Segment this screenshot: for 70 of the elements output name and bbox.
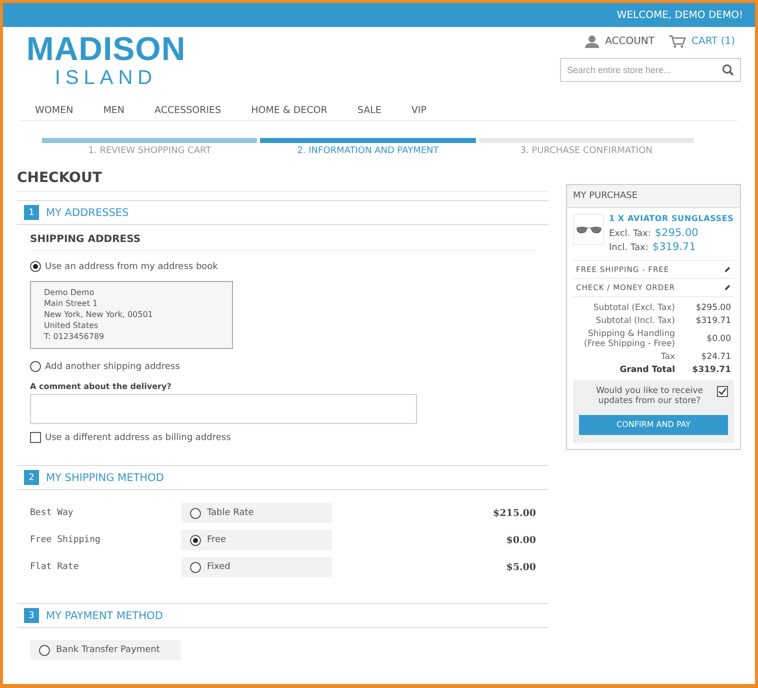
shipping-price: $0.00 (505, 534, 536, 546)
account-link[interactable]: ACCOUNT (585, 35, 654, 48)
radio-button[interactable] (190, 562, 201, 572)
radio-button[interactable] (30, 261, 41, 272)
nav-link[interactable]: SALE (357, 105, 382, 116)
shipping-price: $215.00 (492, 508, 536, 518)
search-icon[interactable] (722, 64, 734, 76)
radio-button[interactable] (190, 534, 201, 546)
step-label: 3. PURCHASE CONFIRMATION (520, 146, 652, 156)
shipping-price: $5.00 (505, 562, 536, 572)
step-number: 3 (24, 608, 39, 623)
checkbox[interactable] (30, 432, 41, 443)
cart-icon (668, 35, 686, 48)
address-option[interactable]: Use an address from my address book (30, 261, 536, 272)
nav-link[interactable]: ACCESSORIES (154, 105, 222, 116)
address-option[interactable]: Add another shipping address (30, 361, 536, 372)
section-title: MY SHIPPING METHOD (46, 472, 164, 484)
carrier-name: Best Way (30, 508, 74, 518)
section-title: MY PAYMENT METHOD (46, 610, 163, 622)
tax-label: Excl. Tax: (609, 229, 651, 239)
billing-option[interactable]: Use a different address as billing address (30, 432, 536, 443)
total-value: $319.71 (694, 316, 731, 326)
shipping-option[interactable]: Fixed (181, 557, 332, 577)
pencil-icon[interactable] (724, 266, 731, 273)
product-price: $319.71 (652, 241, 696, 253)
address-line: T: 0123456789 (44, 332, 106, 341)
newsletter-label: Would you like to receive updates from our store? (595, 386, 704, 406)
address-line: New York, New York, 00501 (44, 310, 154, 319)
address-line: United States (44, 321, 100, 330)
product-price: $295.00 (654, 227, 698, 239)
step-number: 1 (24, 205, 39, 220)
radio-button[interactable] (30, 361, 41, 372)
page-title: CHECKOUT (17, 170, 549, 192)
welcome-text: WELCOME, DEMO DEMO! (616, 10, 743, 20)
step-number: 2 (24, 470, 39, 485)
shipping-option[interactable]: Free (181, 530, 332, 550)
radio-button[interactable] (190, 508, 201, 518)
total-label: Grand Total (618, 365, 675, 375)
step-label: 1. REVIEW SHOPPING CART (88, 146, 212, 156)
address-line: Main Street 1 (44, 299, 99, 308)
step-label: 2. INFORMATION AND PAYMENT (297, 146, 439, 156)
checkbox[interactable] (717, 386, 728, 397)
total-label: Shipping & Handling (Free Shipping - Free) (583, 329, 675, 349)
field-label: A comment about the delivery? (30, 382, 172, 391)
total-label: Tax (660, 352, 675, 362)
radio-button[interactable] (39, 644, 50, 656)
carrier-name: Free Shipping (30, 535, 102, 545)
address-line: Demo Demo (44, 288, 96, 297)
shipping-option[interactable]: Table Rate (181, 503, 332, 523)
tax-label: Incl. Tax: (609, 243, 648, 253)
total-label: Subtotal (Incl. Tax) (594, 316, 675, 326)
nav-link[interactable]: VIP (411, 105, 426, 116)
section-title: MY ADDRESSES (46, 206, 129, 218)
nav-link[interactable]: HOME & DECOR (251, 105, 328, 116)
section-subtitle: SHIPPING ADDRESS (30, 234, 536, 251)
search-field[interactable]: Search entire store here... (560, 58, 741, 82)
comment-field[interactable] (30, 394, 417, 424)
carrier-name: Flat Rate (30, 562, 80, 572)
total-value: $319.71 (691, 365, 731, 375)
pencil-icon[interactable] (724, 284, 731, 291)
nav-link[interactable]: WOMEN (35, 105, 74, 116)
sunglasses-icon (576, 226, 602, 234)
panel-title: MY PURCHASE (567, 185, 740, 208)
total-value: $0.00 (706, 334, 731, 344)
payment-option[interactable]: Bank Transfer Payment (30, 640, 181, 660)
nav-link[interactable]: MEN (103, 105, 124, 116)
total-label: Subtotal (Excl. Tax) (592, 303, 675, 313)
total-value: $295.00 (694, 303, 731, 313)
total-value: $24.71 (700, 352, 731, 362)
user-icon (585, 35, 600, 48)
